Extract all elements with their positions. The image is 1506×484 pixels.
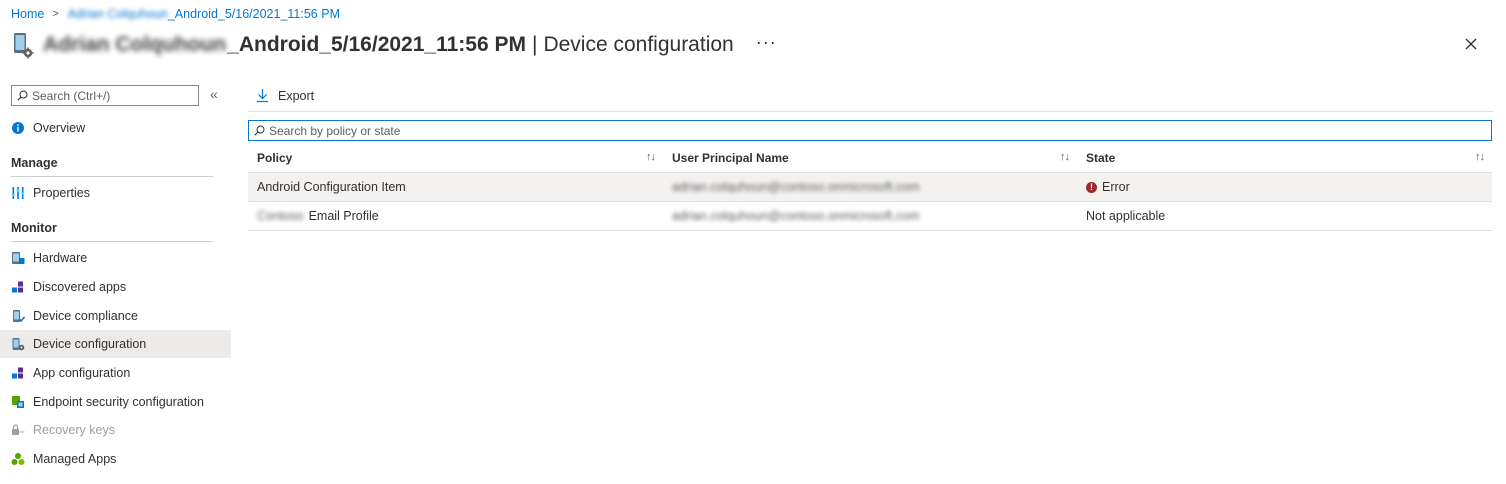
cell-policy: Contoso Email Profile — [248, 202, 663, 231]
export-button[interactable]: Export — [256, 88, 314, 103]
table-row[interactable]: Contoso Email Profile adrian.colquhoun@c… — [248, 202, 1492, 231]
export-label: Export — [278, 88, 315, 103]
sidebar-section-manage: Manage — [11, 156, 213, 177]
sidebar-item-label: Hardware — [33, 251, 88, 265]
sidebar-item-label: App configuration — [33, 366, 131, 380]
download-icon — [257, 89, 268, 103]
policy-name: Email Profile — [308, 209, 379, 223]
close-icon[interactable] — [1458, 32, 1484, 56]
grid-search-input[interactable] — [269, 123, 1469, 138]
apps-icon — [12, 281, 23, 293]
column-header-label: State — [1086, 151, 1116, 165]
page-title: Adrian Colquhoun_Android_5/16/2021_11:56… — [43, 33, 734, 57]
sort-icon[interactable]: ↑↓ — [646, 151, 656, 163]
lock-key-icon — [12, 424, 25, 435]
search-icon — [17, 90, 28, 101]
sidebar-item-overview[interactable]: Overview — [0, 114, 231, 142]
sort-icon[interactable]: ↑↓ — [1060, 151, 1070, 163]
search-icon — [254, 125, 265, 136]
policy-table: Policy ↑↓ User Principal Name ↑↓ State ↑… — [248, 144, 1492, 231]
breadcrumb-home-link[interactable]: Home — [11, 7, 44, 21]
state-value: Not applicable — [1086, 209, 1166, 223]
redacted-upn: adrian.colquhoun@contoso.onmicrosoft.com — [672, 209, 920, 223]
grid-search-box[interactable] — [248, 120, 1492, 141]
device-settings-icon — [14, 33, 34, 59]
title-device-suffix: _Android_5/16/2021_11:56 PM — [227, 33, 526, 56]
table-row[interactable]: Android Configuration Item adrian.colquh… — [248, 173, 1492, 202]
breadcrumb-device-link[interactable]: Adrian Colquhoun_Android_5/16/2021_11:56… — [68, 7, 340, 21]
sidebar-item-label: Device configuration — [33, 337, 147, 351]
sidebar-item-label: Endpoint security configuration — [33, 395, 204, 409]
endpoint-security-icon — [12, 396, 24, 408]
sidebar-item-managed-apps[interactable]: Managed Apps — [0, 445, 231, 473]
sidebar-item-label: Device compliance — [33, 309, 138, 323]
properties-icon — [11, 187, 25, 199]
more-options-button[interactable]: ··· — [756, 32, 777, 53]
chevron-right-icon: > — [52, 8, 59, 20]
column-header-label: User Principal Name — [672, 151, 789, 165]
page-header: Adrian Colquhoun_Android_5/16/2021_11:56… — [11, 30, 1491, 60]
breadcrumb: Home > Adrian Colquhoun_Android_5/16/202… — [11, 6, 340, 22]
sidebar-item-label: Managed Apps — [33, 452, 117, 466]
table-header: Policy ↑↓ User Principal Name ↑↓ State ↑… — [248, 144, 1492, 173]
sidebar-item-label: Properties — [33, 186, 90, 200]
sidebar: « Overview Manage Properties Monitor Har… — [0, 80, 231, 484]
sidebar-section-monitor: Monitor — [11, 221, 213, 242]
column-header-state[interactable]: State ↑↓ — [1077, 144, 1492, 173]
main-content: Export Policy ↑↓ User Principal Name ↑↓ … — [248, 80, 1493, 484]
column-header-policy[interactable]: Policy ↑↓ — [248, 144, 663, 173]
sidebar-item-hardware[interactable]: Hardware — [0, 244, 231, 272]
column-header-user-principal-name[interactable]: User Principal Name ↑↓ — [663, 144, 1077, 173]
cell-state: Not applicable — [1077, 202, 1492, 231]
sidebar-item-label: Overview — [33, 121, 86, 135]
cell-upn: adrian.colquhoun@contoso.onmicrosoft.com — [663, 202, 1077, 231]
sidebar-item-device-compliance[interactable]: Device compliance — [0, 302, 231, 330]
cell-policy: Android Configuration Item — [248, 173, 663, 202]
managed-apps-icon — [11, 453, 25, 465]
sort-icon[interactable]: ↑↓ — [1475, 151, 1485, 163]
redacted-device-name: Adrian Colquhoun — [67, 7, 168, 21]
sidebar-search-input[interactable] — [32, 88, 192, 103]
policy-name: Android Configuration Item — [257, 180, 406, 194]
cell-upn: adrian.colquhoun@contoso.onmicrosoft.com — [663, 173, 1077, 202]
device-compliance-icon — [13, 310, 25, 323]
app-configuration-icon — [12, 367, 23, 379]
info-icon — [12, 122, 24, 134]
title-separator: | — [531, 33, 538, 56]
error-icon: ! — [1086, 181, 1097, 193]
redacted-upn: adrian.colquhoun@contoso.onmicrosoft.com — [672, 180, 920, 194]
redacted-policy-prefix: Contoso — [257, 209, 304, 223]
breadcrumb-device-suffix: _Android_5/16/2021_11:56 PM — [167, 7, 340, 21]
state-value: Error — [1102, 180, 1130, 194]
sidebar-item-app-configuration[interactable]: App configuration — [0, 359, 231, 387]
cell-state: ! Error — [1077, 173, 1492, 202]
title-blade-name: Device configuration — [543, 33, 734, 56]
sidebar-search-box[interactable] — [11, 85, 199, 106]
sidebar-item-device-configuration[interactable]: Device configuration — [0, 330, 231, 358]
device-configuration-icon — [12, 338, 25, 351]
collapse-sidebar-button[interactable]: « — [210, 86, 218, 102]
sidebar-item-label: Discovered apps — [33, 280, 127, 294]
sidebar-item-discovered-apps[interactable]: Discovered apps — [0, 273, 231, 301]
redacted-title-name: Adrian Colquhoun — [43, 33, 227, 56]
command-bar: Export — [248, 80, 1493, 112]
column-header-label: Policy — [257, 151, 293, 165]
sidebar-item-recovery-keys[interactable]: Recovery keys — [0, 416, 231, 444]
sidebar-item-label: Recovery keys — [33, 423, 115, 437]
sidebar-item-endpoint-security-configuration[interactable]: Endpoint security configuration — [0, 388, 231, 416]
hardware-icon — [12, 252, 25, 264]
sidebar-item-properties[interactable]: Properties — [0, 179, 231, 207]
